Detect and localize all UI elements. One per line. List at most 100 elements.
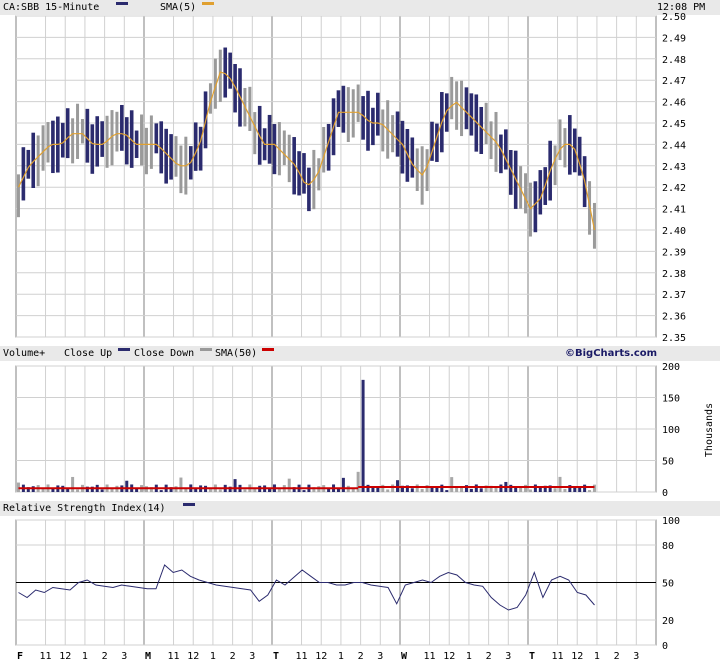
x-tick-label: 2 [102, 651, 108, 662]
x-tick-label: 3 [633, 651, 639, 662]
volume-bar [509, 484, 513, 492]
volume-bar [184, 488, 188, 492]
price-bar [533, 181, 538, 233]
price-bar [346, 87, 350, 142]
x-tick-label: 1 [82, 651, 88, 662]
x-tick-label: 1 [338, 651, 344, 662]
x-tick-label: 12 [571, 651, 583, 662]
price-bar [144, 127, 148, 175]
price-tick-label: 2.35 [662, 333, 686, 344]
price-tick-label: 2.42 [662, 183, 686, 194]
volume-bar [499, 484, 503, 492]
price-bar [302, 153, 306, 194]
price-bar [51, 120, 55, 174]
volume-bar [440, 484, 444, 492]
price-bar [228, 52, 232, 89]
volume-bar [179, 477, 183, 492]
price-bar [223, 47, 228, 98]
price-tick-label: 2.47 [662, 76, 686, 87]
x-tick-label: 2 [230, 651, 236, 662]
price-bar [435, 123, 439, 162]
x-tick-label: 3 [249, 651, 255, 662]
price-bar [272, 124, 277, 175]
volume-bar [474, 484, 478, 492]
price-bar [484, 102, 488, 145]
x-tick-label: T [529, 651, 535, 662]
volume-bar [563, 488, 567, 492]
volume-bar [100, 489, 104, 492]
x-tick-label: 11 [424, 651, 436, 662]
volume-bar [415, 484, 419, 492]
price-bar [76, 103, 80, 159]
volume-bar [494, 487, 498, 492]
price-bar [193, 122, 198, 171]
price-tick-label: 2.41 [662, 205, 686, 216]
volume-bar [533, 484, 537, 492]
rsi-tick-label: 50 [662, 579, 674, 590]
price-bar [455, 81, 459, 130]
price-bar [124, 117, 129, 165]
price-bar [164, 128, 168, 184]
price-bar [499, 134, 503, 174]
volume-tick-label: 100 [662, 425, 680, 436]
rsi-tick-label: 100 [662, 516, 680, 527]
price-bar [563, 128, 567, 168]
price-tick-label: 2.46 [662, 98, 686, 109]
price-bar [21, 147, 26, 201]
price-bar [450, 76, 454, 120]
volume-bar [450, 477, 454, 492]
price-bar [326, 123, 331, 171]
price-tick-label: 2.36 [662, 312, 686, 323]
price-tick-label: 2.50 [662, 12, 686, 23]
volume-bar [479, 488, 483, 492]
volume-bar [302, 490, 306, 492]
volume-bar [159, 490, 163, 492]
price-bar [528, 182, 532, 237]
volume-bar [361, 379, 365, 492]
x-tick-label: 3 [377, 651, 383, 662]
volume-bar [410, 488, 414, 492]
price-bar [336, 90, 341, 127]
volume-bar [558, 476, 562, 492]
volume-bar [327, 488, 331, 492]
rsi-tick-label: 0 [662, 641, 668, 652]
price-bar [60, 122, 65, 158]
price-tick-label: 2.49 [662, 33, 686, 44]
x-tick-label: 12 [187, 651, 199, 662]
x-tick-label: 3 [505, 651, 511, 662]
x-tick-label: 1 [594, 651, 600, 662]
price-bar [376, 92, 380, 136]
price-bar [395, 111, 400, 157]
volume-bar [76, 489, 80, 492]
volume-ylabel: Thousands [704, 403, 715, 457]
price-bar [120, 104, 124, 151]
volume-tick-label: 50 [662, 457, 674, 468]
volume-bar [125, 480, 129, 492]
x-tick-label: W [401, 651, 408, 662]
price-bar [198, 126, 203, 171]
volume-bar [71, 476, 75, 492]
volume-bar [135, 488, 139, 492]
volume-bar [469, 488, 473, 492]
price-bar [41, 125, 45, 171]
price-bar [558, 119, 562, 161]
price-bar [85, 108, 90, 163]
price-bar [538, 170, 543, 215]
x-tick-label: 2 [486, 651, 492, 662]
price-bar [464, 87, 469, 130]
price-bar [253, 112, 257, 155]
x-tick-label: 1 [210, 651, 216, 662]
volume-bar [218, 489, 222, 492]
volume-bar [381, 484, 385, 492]
price-bar [282, 130, 286, 166]
price-bar [154, 123, 159, 154]
price-bar [469, 93, 474, 136]
price-bar [504, 129, 508, 170]
price-bar [95, 116, 100, 167]
price-bar [80, 119, 84, 144]
price-plot-area [15, 15, 657, 338]
price-tick-label: 2.45 [662, 119, 686, 130]
price-bar [351, 89, 355, 138]
price-tick-label: 2.48 [662, 55, 686, 66]
rsi-tick-label: 80 [662, 541, 674, 552]
